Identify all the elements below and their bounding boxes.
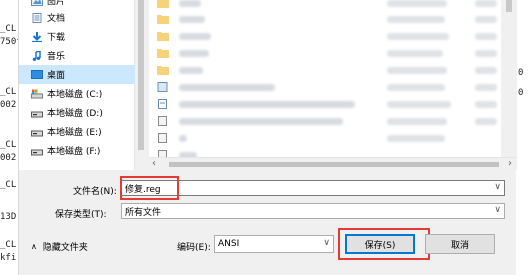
background-editor-right: 0 0	[516, 62, 530, 102]
file-icon	[158, 133, 167, 143]
folder-icon	[157, 0, 169, 8]
editor-line: 0	[518, 68, 524, 78]
encoding-label: 编码(E):	[177, 243, 211, 253]
nav-item-drive-d[interactable]: 本地磁盘 (D:)	[19, 103, 135, 122]
nav-label: 本地磁盘 (E:)	[47, 128, 102, 138]
chevron-up-icon: ∧	[31, 242, 37, 251]
nav-item-downloads[interactable]: 下载	[19, 27, 135, 46]
editor-line: 13D	[0, 212, 17, 222]
chevron-down-icon[interactable]: ∨	[494, 205, 501, 215]
filename-highlight-box	[120, 176, 179, 200]
nav-scroll-thumb[interactable]	[138, 0, 144, 150]
filename-label: 文件名(N):	[73, 187, 117, 197]
file-row[interactable]	[157, 63, 203, 77]
editor-line: _CL	[0, 180, 17, 190]
nav-label: 桌面	[47, 71, 66, 81]
nav-label: 文档	[47, 14, 66, 24]
file-row[interactable]	[157, 80, 275, 94]
file-list[interactable]	[149, 0, 501, 157]
download-icon	[32, 31, 42, 42]
folder-icon	[157, 32, 169, 41]
nav-label: 图片	[47, 0, 66, 7]
document-icon	[158, 99, 167, 109]
cancel-button-label: 取消	[450, 240, 469, 251]
folder-icon	[157, 15, 169, 24]
file-row[interactable]	[157, 97, 355, 111]
editor-line: _CL	[0, 140, 17, 150]
hide-folders-toggle[interactable]: ∧ 隐藏文件夹	[31, 240, 88, 253]
editor-line: 002	[0, 100, 17, 110]
drive-icon	[31, 149, 43, 155]
file-list-horizontal-scrollbar[interactable]: ‹ ›	[149, 157, 517, 170]
nav-item-drive-e[interactable]: 本地磁盘 (E:)	[19, 122, 135, 141]
encoding-value: ANSI	[218, 239, 240, 249]
editor-line: _CL	[0, 24, 17, 34]
scroll-left-icon[interactable]: ‹	[152, 158, 156, 170]
file-row[interactable]	[157, 148, 197, 157]
chevron-down-icon[interactable]: ∨	[323, 238, 330, 248]
nav-label: 下载	[47, 33, 66, 43]
drive-icon	[31, 130, 43, 136]
background-editor-text: _CL 750f _CL 002 _CL 002 _CL 13D _CL kfi	[0, 0, 18, 275]
nav-label: 本地磁盘 (F:)	[47, 147, 101, 157]
drive-icon	[31, 111, 43, 117]
nav-label: 本地磁盘 (C:)	[47, 90, 103, 100]
chevron-down-icon[interactable]: ∨	[494, 182, 501, 192]
file-icon	[158, 150, 167, 157]
save-as-dialog: 图片 文档 下载 音乐 桌面 本地磁盘 (C:) 本地磁盘 (D:) 本地磁盘	[18, 0, 517, 275]
filetype-label: 保存类型(T):	[55, 210, 107, 220]
folder-icon	[157, 49, 169, 58]
file-icon	[157, 82, 168, 92]
filetype-value: 所有文件	[125, 207, 162, 218]
system-drive-icon	[31, 89, 43, 98]
nav-label: 音乐	[47, 52, 66, 62]
filetype-select[interactable]: 所有文件 ∨	[121, 203, 505, 219]
file-row[interactable]	[157, 114, 343, 128]
editor-line: _CL	[0, 240, 17, 250]
file-row[interactable]	[157, 131, 187, 145]
nav-item-music[interactable]: 音乐	[19, 46, 135, 65]
nav-item-drive-f[interactable]: 本地磁盘 (F:)	[19, 141, 135, 160]
navigation-pane[interactable]: 图片 文档 下载 音乐 桌面 本地磁盘 (C:) 本地磁盘 (D:) 本地磁盘	[19, 0, 135, 170]
editor-line: kfi	[0, 253, 17, 263]
editor-line: 002	[0, 153, 17, 163]
save-highlight-box	[338, 228, 430, 260]
file-row[interactable]	[157, 12, 205, 26]
scroll-right-icon[interactable]: ›	[508, 158, 512, 170]
editor-line: 750f	[0, 37, 18, 47]
cancel-button[interactable]: 取消	[425, 234, 495, 254]
horizontal-scroll-thumb[interactable]	[169, 162, 499, 167]
folder-icon	[157, 66, 169, 75]
file-row[interactable]	[157, 29, 211, 43]
pictures-icon	[31, 0, 43, 6]
nav-label: 本地磁盘 (D:)	[47, 109, 103, 119]
file-row[interactable]	[157, 46, 209, 60]
documents-icon	[32, 12, 42, 23]
file-row[interactable]	[157, 0, 201, 10]
hide-folders-label: 隐藏文件夹	[42, 243, 88, 253]
nav-item-documents[interactable]: 文档	[19, 8, 135, 27]
nav-scrollbar[interactable]	[135, 0, 147, 170]
nav-item-drive-c[interactable]: 本地磁盘 (C:)	[19, 84, 135, 103]
editor-line: _CL	[0, 87, 17, 97]
music-icon	[32, 50, 41, 61]
nav-item-desktop[interactable]: 桌面	[19, 65, 135, 84]
file-list-vertical-scrollbar[interactable]	[501, 0, 517, 157]
vertical-scroll-thumb[interactable]	[506, 0, 512, 12]
desktop-icon	[31, 69, 43, 79]
editor-line: 0	[518, 88, 524, 98]
encoding-select[interactable]: ANSI ∨	[214, 235, 334, 253]
file-icon	[158, 116, 167, 126]
